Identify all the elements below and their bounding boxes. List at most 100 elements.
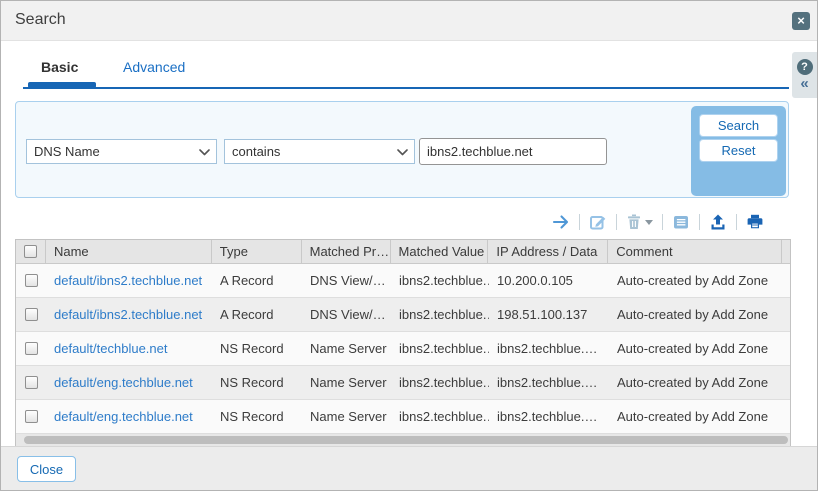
toolbar-divider [699,214,700,230]
cell-ip-address: 10.200.0.105 [489,273,609,288]
table-body: default/ibns2.techblue.net A Record DNS … [16,264,790,434]
collapse-panel-icon[interactable]: « [800,77,808,91]
cell-comment: Auto-created by Add Zone [609,273,783,288]
search-query-input[interactable] [419,138,607,165]
table-header-row: Name Type Matched Pr… Matched Value IP A… [16,240,790,264]
cell-name: default/eng.techblue.net [46,409,212,424]
row-checkbox[interactable] [25,308,38,321]
cell-type: A Record [212,273,302,288]
cell-matched-property: Name Server [302,375,391,390]
record-link[interactable]: default/ibns2.techblue.net [54,307,202,322]
column-header-comment[interactable]: Comment [608,240,782,263]
table-row[interactable]: default/ibns2.techblue.net A Record DNS … [16,298,790,332]
row-checkbox-cell [16,376,46,389]
header-spacer [782,240,790,263]
column-header-name[interactable]: Name [46,240,212,263]
search-dialog: Search × Basic Advanced ? « DNS Name con… [0,0,818,491]
cell-matched-value: ibns2.techblue.… [391,307,489,322]
cell-matched-property: Name Server [302,341,391,356]
cell-name: default/ibns2.techblue.net [46,307,212,322]
column-header-type[interactable]: Type [212,240,302,263]
operator-dropdown-value: contains [232,144,280,159]
cell-ip-address: ibns2.techblue.… [489,341,609,356]
cell-matched-value: ibns2.techblue.… [391,341,489,356]
row-checkbox[interactable] [25,342,38,355]
open-record-button[interactable] [552,213,570,231]
field-dropdown-value: DNS Name [34,144,100,159]
results-toolbar [15,209,791,235]
dialog-footer: Close [1,446,817,490]
row-checkbox[interactable] [25,410,38,423]
search-button[interactable]: Search [699,114,778,137]
cell-matched-property: DNS View/… [302,273,391,288]
cell-matched-property: DNS View/… [302,307,391,322]
dialog-close-icon[interactable]: × [792,12,810,30]
cell-matched-property: Name Server [302,409,391,424]
column-header-matched-property[interactable]: Matched Pr… [302,240,391,263]
table-row[interactable]: default/eng.techblue.net NS Record Name … [16,366,790,400]
close-button[interactable]: Close [17,456,76,482]
cell-ip-address: ibns2.techblue.… [489,375,609,390]
row-checkbox-cell [16,274,46,287]
export-button[interactable] [709,213,727,231]
cell-name: default/eng.techblue.net [46,375,212,390]
record-link[interactable]: default/techblue.net [54,341,167,356]
column-header-matched-value[interactable]: Matched Value [391,240,489,263]
header-checkbox-cell [16,240,46,263]
edit-button[interactable] [589,213,607,231]
cell-comment: Auto-created by Add Zone [609,307,783,322]
record-link[interactable]: default/eng.techblue.net [54,409,193,424]
table-view-icon [672,213,690,231]
export-icon [709,213,727,231]
row-checkbox-cell [16,308,46,321]
cell-type: A Record [212,307,302,322]
tab-advanced[interactable]: Advanced [123,59,185,75]
cell-type: NS Record [212,341,302,356]
cell-matched-value: ibns2.techblue.… [391,375,489,390]
cell-name: default/techblue.net [46,341,212,356]
print-icon [746,213,764,231]
tab-basic[interactable]: Basic [41,59,78,75]
table-row[interactable]: default/ibns2.techblue.net A Record DNS … [16,264,790,298]
help-icon[interactable]: ? [797,59,813,75]
reset-button[interactable]: Reset [699,139,778,162]
operator-dropdown[interactable]: contains [224,139,415,164]
results-table: Name Type Matched Pr… Matched Value IP A… [15,239,791,447]
toolbar-divider [616,214,617,230]
row-checkbox[interactable] [25,376,38,389]
row-checkbox-cell [16,342,46,355]
toolbar-divider [736,214,737,230]
record-link[interactable]: default/eng.techblue.net [54,375,193,390]
cell-matched-value: ibns2.techblue.… [391,273,489,288]
print-button[interactable] [746,213,764,231]
cell-ip-address: 198.51.100.137 [489,307,609,322]
cell-type: NS Record [212,409,302,424]
record-link[interactable]: default/ibns2.techblue.net [54,273,202,288]
toolbar-divider [662,214,663,230]
table-view-button[interactable] [672,213,690,231]
select-all-checkbox[interactable] [24,245,37,258]
horizontal-scrollbar[interactable] [16,434,790,446]
cell-type: NS Record [212,375,302,390]
chevron-down-icon [199,149,210,156]
dialog-titlebar: Search × [1,1,817,41]
cell-comment: Auto-created by Add Zone [609,375,783,390]
edit-icon [589,213,607,231]
row-checkbox[interactable] [25,274,38,287]
cell-matched-value: ibns2.techblue.… [391,409,489,424]
side-panel-strip: ? « [792,52,817,98]
open-arrow-icon [552,213,570,231]
table-row[interactable]: default/techblue.net NS Record Name Serv… [16,332,790,366]
field-dropdown[interactable]: DNS Name [26,139,217,164]
row-checkbox-cell [16,410,46,423]
search-buttons-panel: Search Reset [691,106,786,196]
tab-underline [23,87,789,89]
table-row[interactable]: default/eng.techblue.net NS Record Name … [16,400,790,434]
cell-comment: Auto-created by Add Zone [609,409,783,424]
delete-icon [626,213,642,231]
column-header-ip-address[interactable]: IP Address / Data [488,240,608,263]
search-criteria-panel: DNS Name contains Search Reset [15,101,789,198]
dialog-title: Search [15,11,66,29]
delete-button[interactable] [626,213,653,231]
horizontal-scrollbar-thumb[interactable] [24,436,788,444]
